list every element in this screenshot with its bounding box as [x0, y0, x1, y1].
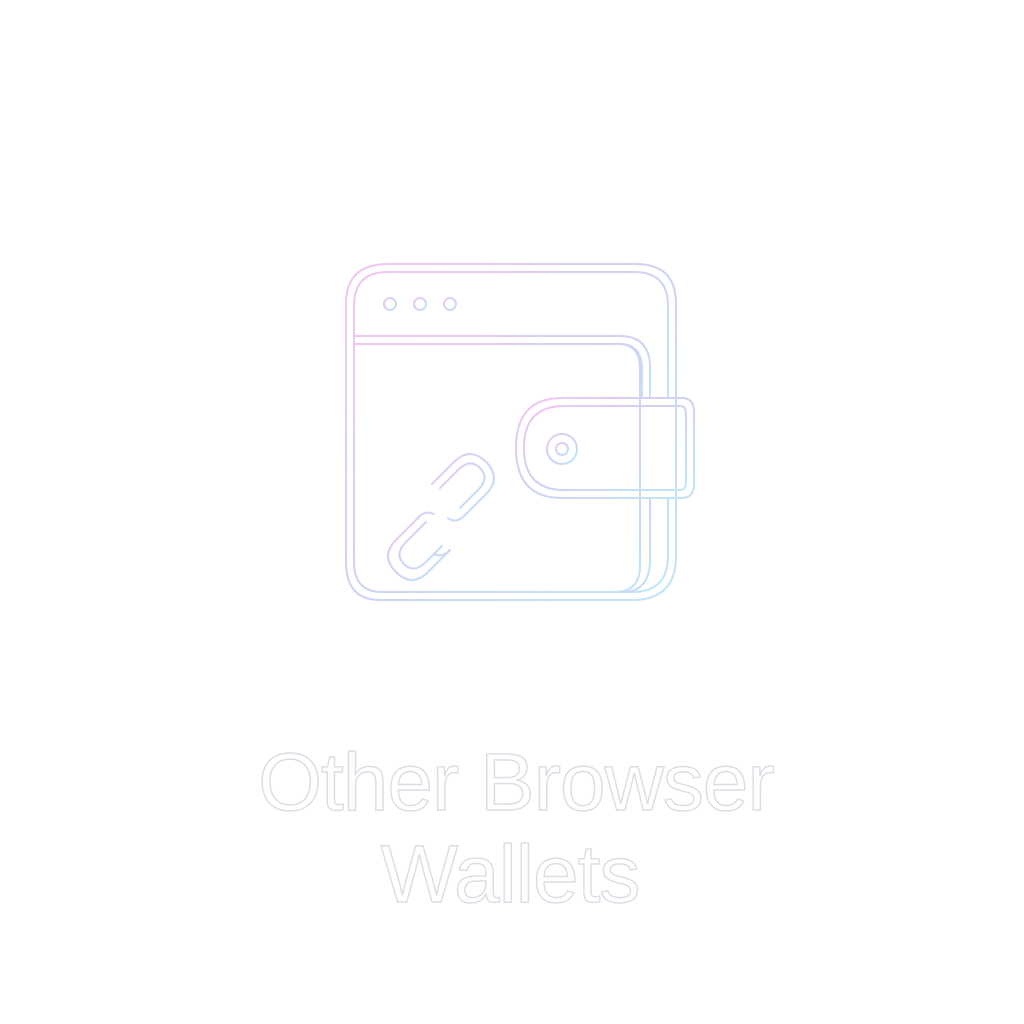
- browser-window-outer: [345, 263, 677, 601]
- clasp-button-inner: [555, 442, 569, 456]
- wallet-clasp-outer: [515, 397, 695, 499]
- window-dot-3: [443, 297, 457, 311]
- title-line-1: Other Browser: [258, 737, 774, 828]
- window-dot-1: [383, 297, 397, 311]
- clasp-button-outer: [546, 433, 578, 465]
- chain-link-icon: [387, 453, 495, 581]
- window-dot-2: [413, 297, 427, 311]
- title-line-2: Wallets: [381, 829, 640, 920]
- browser-wallet-link-icon: [336, 256, 708, 612]
- wallet-title: Other Browser Wallets: [257, 736, 775, 920]
- titlebar-divider: [353, 335, 651, 399]
- wallet-clasp-inner: [523, 405, 687, 491]
- wallet-body: [353, 343, 641, 593]
- other-browser-wallets-tile[interactable]: Other Browser Wallets: [0, 0, 1024, 1024]
